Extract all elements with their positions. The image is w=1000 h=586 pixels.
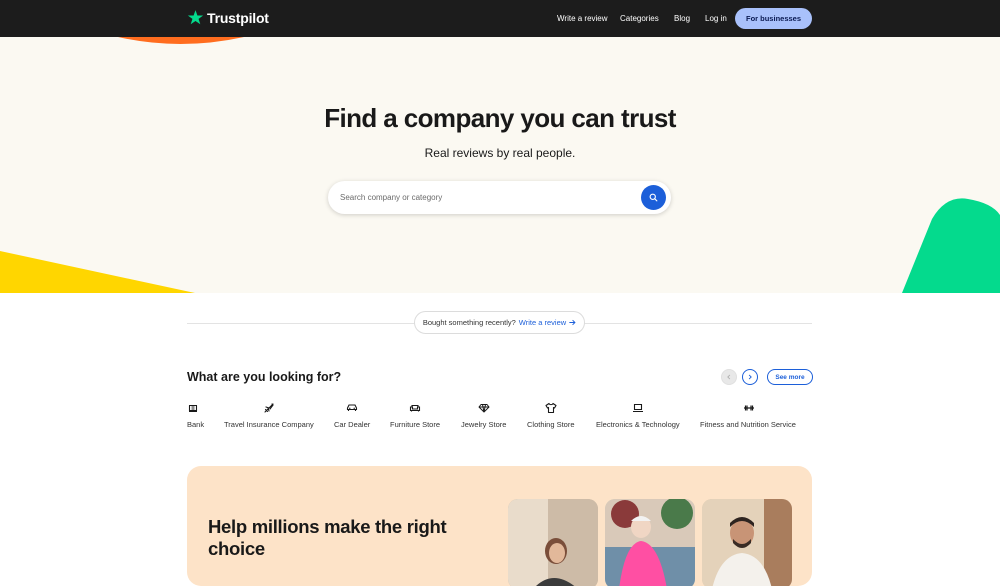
search-icon xyxy=(649,193,658,202)
chevron-left-icon xyxy=(727,374,731,380)
category-label: Travel Insurance Company xyxy=(224,420,314,429)
category-label: Clothing Store xyxy=(527,420,575,429)
see-more-button[interactable]: See more xyxy=(767,369,813,385)
hero-section: Find a company you can trust Real review… xyxy=(0,37,1000,293)
logo-text: Trustpilot xyxy=(207,9,269,26)
orange-shape xyxy=(118,37,244,44)
category-label: Electronics & Technology xyxy=(596,420,680,429)
write-review-link[interactable]: Write a review xyxy=(519,318,576,327)
laptop-icon xyxy=(633,403,643,413)
top-navigation-bar: Trustpilot Write a review Categories Blo… xyxy=(0,0,1000,37)
trustpilot-logo[interactable]: Trustpilot xyxy=(187,9,269,26)
for-businesses-button[interactable]: For businesses xyxy=(735,8,812,29)
reviewer-photo xyxy=(605,499,695,586)
category-label: Jewelry Store xyxy=(461,420,507,429)
reviewer-photo xyxy=(702,499,792,586)
search-bar xyxy=(328,181,671,214)
nav-blog[interactable]: Blog xyxy=(674,14,690,23)
categories-title: What are you looking for? xyxy=(187,370,342,384)
dumbbell-icon xyxy=(744,405,754,411)
write-review-link-label: Write a review xyxy=(518,318,567,327)
diamond-icon xyxy=(478,404,490,413)
carousel-next-button[interactable] xyxy=(742,369,758,385)
category-bank[interactable]: Bank xyxy=(187,402,204,429)
category-label: Car Dealer xyxy=(334,420,371,429)
star-icon xyxy=(187,10,204,25)
category-furniture-store[interactable]: Furniture Store xyxy=(390,402,440,429)
car-icon xyxy=(346,404,358,411)
chevron-right-icon xyxy=(748,374,752,380)
reviewer-photo xyxy=(508,499,598,586)
hero-title: Find a company you can trust xyxy=(324,103,676,133)
arrow-right-icon xyxy=(569,319,576,326)
category-car-dealer[interactable]: Car Dealer xyxy=(334,402,370,429)
bank-icon xyxy=(188,404,198,413)
promo-title: Help millions make the right choice xyxy=(208,516,447,559)
shirt-icon xyxy=(545,402,557,414)
promo-card: Help millions make the right choice xyxy=(187,466,812,586)
sofa-icon xyxy=(409,404,421,412)
category-label: Furniture Store xyxy=(390,420,441,429)
category-label: Bank xyxy=(187,420,205,429)
search-button[interactable] xyxy=(641,185,666,210)
hero-subtitle: Real reviews by real people. xyxy=(424,146,576,160)
green-shape xyxy=(902,198,1000,293)
decorative-shapes xyxy=(0,37,1000,293)
category-jewelry-store[interactable]: Jewelry Store xyxy=(461,402,506,429)
category-fitness-nutrition[interactable]: Fitness and Nutrition Service xyxy=(700,402,796,429)
yellow-shape xyxy=(0,251,195,293)
carousel-prev-button[interactable] xyxy=(721,369,737,385)
category-label: Fitness and Nutrition Service xyxy=(700,420,796,429)
category-clothing-store[interactable]: Clothing Store xyxy=(527,402,575,429)
category-electronics-technology[interactable]: Electronics & Technology xyxy=(596,402,680,429)
write-review-prompt: Bought something recently? Write a revie… xyxy=(414,311,585,334)
category-travel-insurance[interactable]: Travel Insurance Company xyxy=(224,402,314,429)
nav-write-review[interactable]: Write a review xyxy=(557,14,608,23)
search-input[interactable] xyxy=(340,190,630,205)
write-review-prompt-text: Bought something recently? xyxy=(422,318,516,327)
nav-categories[interactable]: Categories xyxy=(620,14,659,23)
airplane-icon xyxy=(264,403,274,413)
nav-login[interactable]: Log in xyxy=(705,14,727,23)
